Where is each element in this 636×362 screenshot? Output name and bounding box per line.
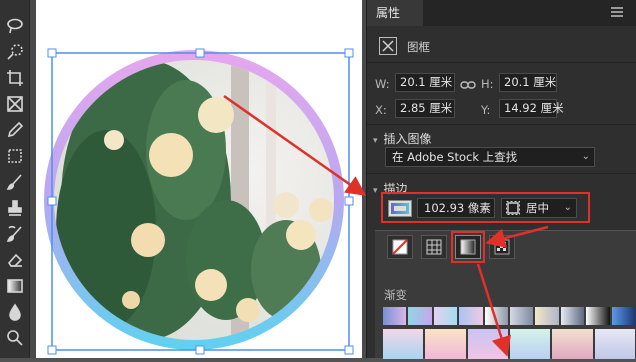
arrow-to-stroke-field — [223, 94, 367, 196]
arrow-to-gradient-button — [485, 225, 549, 248]
arrow-to-gradient-presets — [476, 263, 511, 357]
annotation-arrows — [223, 94, 549, 357]
